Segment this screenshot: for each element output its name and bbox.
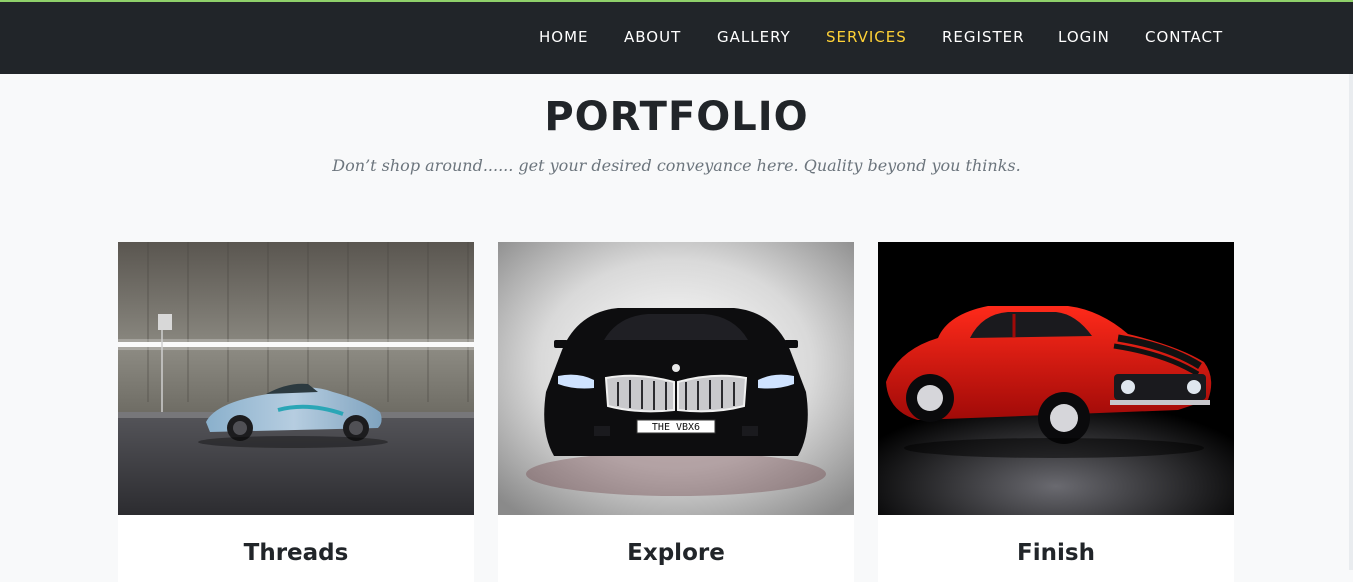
portfolio-card-finish[interactable]: Finish: [878, 242, 1234, 582]
portfolio-caption-threads: Threads: [243, 540, 349, 566]
portfolio-card-explore[interactable]: THE VBX6 Explore: [498, 242, 854, 582]
license-plate-text: THE VBX6: [652, 422, 700, 433]
nav-services[interactable]: SERVICES: [826, 28, 907, 46]
nav-about[interactable]: ABOUT: [624, 28, 681, 46]
nav-home[interactable]: HOME: [539, 28, 589, 46]
navbar: HOME ABOUT GALLERY SERVICES REGISTER LOG…: [0, 2, 1353, 74]
portfolio-subtitle: Don’t shop around...... get your desired…: [332, 156, 1021, 175]
portfolio-caption-explore: Explore: [627, 540, 725, 566]
portfolio-image-finish[interactable]: [878, 242, 1234, 515]
portfolio-image-threads[interactable]: [118, 242, 474, 515]
nav-contact[interactable]: CONTACT: [1145, 28, 1223, 46]
portfolio-card-threads[interactable]: Threads: [118, 242, 474, 582]
nav-register[interactable]: REGISTER: [942, 28, 1025, 46]
nav-gallery[interactable]: GALLERY: [717, 28, 791, 46]
portfolio-caption-finish: Finish: [1017, 540, 1095, 566]
nav-login[interactable]: LOGIN: [1058, 28, 1110, 46]
portfolio-title: PORTFOLIO: [544, 94, 809, 140]
portfolio-image-explore[interactable]: THE VBX6: [498, 242, 854, 515]
page-scrollbar[interactable]: [1349, 74, 1353, 570]
